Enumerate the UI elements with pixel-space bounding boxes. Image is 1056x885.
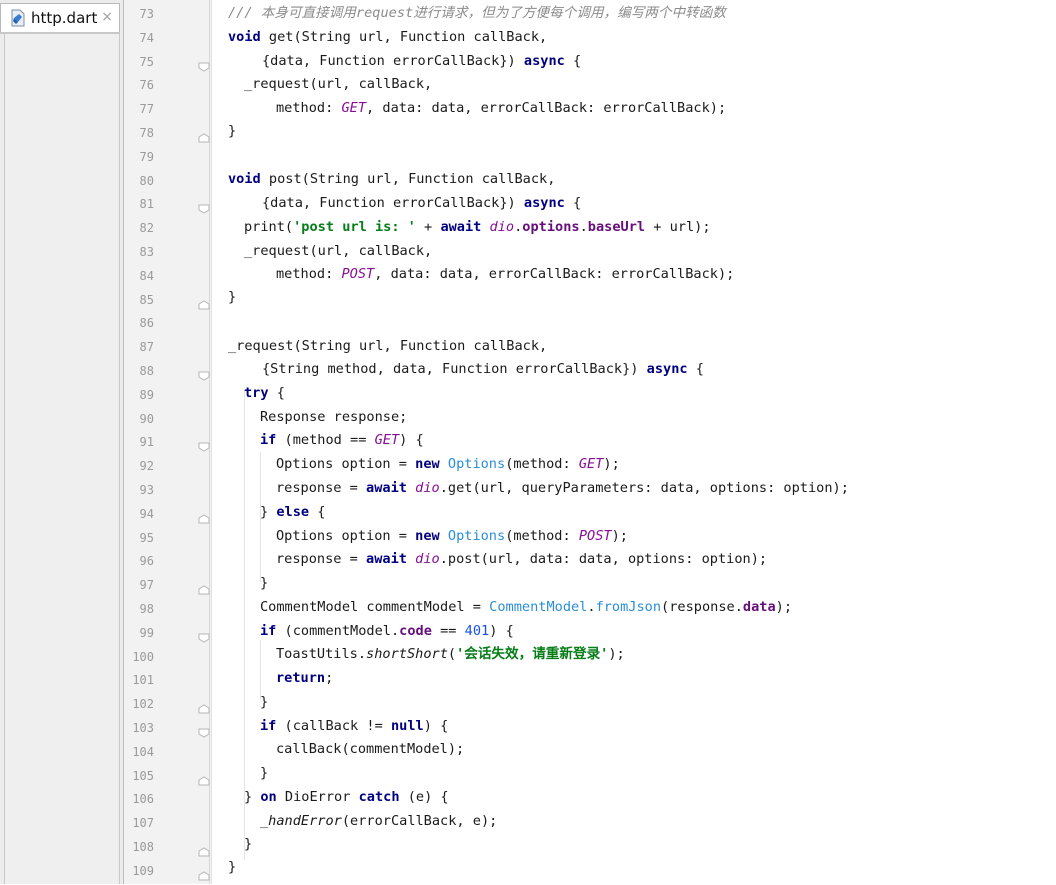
code-line-88: {String method, data, Function errorCall… bbox=[262, 361, 704, 377]
fold-open-icon[interactable] bbox=[198, 723, 210, 738]
line-number: 93 bbox=[139, 483, 154, 497]
code-line-93: response = await dio.get(url, queryParam… bbox=[276, 480, 849, 496]
line-number: 79 bbox=[139, 149, 154, 164]
line-number: 107 bbox=[132, 816, 154, 831]
code-line-94: } else { bbox=[260, 504, 326, 520]
line-number: 104 bbox=[132, 744, 154, 759]
code-line-91: if (method == GET) { bbox=[260, 432, 424, 448]
fold-close-icon[interactable] bbox=[198, 509, 210, 524]
fold-close-icon[interactable] bbox=[198, 295, 210, 310]
fold-close-icon[interactable] bbox=[198, 580, 210, 595]
line-number: 87 bbox=[139, 340, 154, 355]
code-line-89: try { bbox=[244, 385, 285, 401]
code-line-78: } bbox=[228, 123, 237, 139]
code-line-92: Options option = new Options(method: GET… bbox=[276, 456, 620, 472]
project-side-panel: http.dart × bbox=[0, 0, 124, 884]
code-line-105: } bbox=[260, 765, 269, 781]
code-line-97: } bbox=[260, 575, 269, 591]
line-number: 96 bbox=[139, 554, 154, 569]
code-line-84: method: POST, data: data, errorCallBack:… bbox=[276, 266, 735, 282]
line-number: 76 bbox=[139, 78, 154, 93]
code-line-108: } bbox=[244, 836, 253, 852]
line-number: 102 bbox=[132, 697, 154, 712]
close-tab-icon[interactable]: × bbox=[101, 9, 113, 25]
line-number: 80 bbox=[139, 173, 154, 188]
line-number: 101 bbox=[132, 673, 154, 688]
code-line-85: } bbox=[228, 289, 237, 305]
tab-file-name: http.dart bbox=[31, 9, 98, 27]
code-line-81: {data, Function errorCallBack}) async { bbox=[262, 195, 582, 211]
code-line-96: response = await dio.post(url, data: dat… bbox=[276, 551, 768, 567]
code-line-74: void get(String url, Function callBack, bbox=[228, 29, 548, 45]
line-number: 108 bbox=[132, 840, 154, 854]
code-line-82: print('post url is: ' + await dio.option… bbox=[244, 219, 711, 235]
line-number: 98 bbox=[139, 602, 154, 616]
line-number: 83 bbox=[139, 245, 154, 259]
line-number: 90 bbox=[139, 411, 154, 426]
line-number: 95 bbox=[139, 530, 154, 545]
line-number: 78 bbox=[139, 126, 154, 140]
code-line-99: if (commentModel.code == 401) { bbox=[260, 623, 514, 639]
code-line-103: if (callBack != null) { bbox=[260, 718, 449, 734]
code-line-101: return; bbox=[276, 670, 334, 686]
line-number: 85 bbox=[139, 292, 154, 307]
fold-close-icon[interactable] bbox=[198, 771, 210, 786]
line-number: 77 bbox=[139, 102, 154, 117]
line-number: 73 bbox=[139, 7, 154, 21]
code-line-77: method: GET, data: data, errorCallBack: … bbox=[276, 100, 727, 116]
code-line-87: _request(String url, Function callBack, bbox=[228, 338, 548, 354]
dart-file-icon bbox=[10, 9, 26, 27]
fold-close-icon[interactable] bbox=[198, 842, 210, 857]
code-line-98: CommentModel commentModel = CommentModel… bbox=[260, 599, 793, 615]
line-number: 106 bbox=[132, 792, 154, 807]
line-number: 81 bbox=[139, 197, 154, 212]
code-line-90: Response response; bbox=[260, 409, 408, 425]
fold-close-icon[interactable] bbox=[198, 128, 210, 143]
editor-tab-http-dart[interactable]: http.dart × bbox=[0, 3, 120, 32]
code-line-106: } on DioError catch (e) { bbox=[244, 789, 449, 805]
line-number: 75 bbox=[139, 54, 154, 69]
code-line-102: } bbox=[260, 694, 269, 710]
code-line-80: void post(String url, Function callBack, bbox=[228, 171, 556, 187]
code-line-100: ToastUtils.shortShort('会话失效，请重新登录'); bbox=[276, 646, 625, 662]
line-number: 84 bbox=[139, 268, 154, 283]
code-line-73: /// 本身可直接调用request进行请求，但为了方便每个调用，编写两个中转函… bbox=[228, 5, 726, 21]
line-number: 88 bbox=[139, 364, 154, 378]
code-line-107: _handError(errorCallBack, e); bbox=[260, 813, 498, 829]
code-line-104: callBack(commentModel); bbox=[276, 741, 465, 757]
line-number: 100 bbox=[132, 649, 154, 664]
line-number: 99 bbox=[139, 625, 154, 640]
side-panel-body bbox=[4, 34, 120, 884]
code-line-76: _request(url, callBack, bbox=[244, 76, 433, 92]
fold-open-icon[interactable] bbox=[198, 199, 210, 214]
code-line-75: {data, Function errorCallBack}) async { bbox=[262, 53, 582, 69]
line-number: 97 bbox=[139, 578, 154, 593]
fold-open-icon[interactable] bbox=[198, 366, 210, 381]
fold-close-icon[interactable] bbox=[198, 866, 210, 881]
line-number: 89 bbox=[139, 387, 154, 402]
line-number: 105 bbox=[132, 768, 154, 783]
line-number: 94 bbox=[139, 506, 154, 521]
code-line-83: _request(url, callBack, bbox=[244, 243, 433, 259]
line-number: 82 bbox=[139, 221, 154, 236]
fold-open-icon[interactable] bbox=[198, 437, 210, 452]
fold-open-icon[interactable] bbox=[198, 57, 210, 72]
line-number: 103 bbox=[132, 721, 154, 735]
fold-open-icon[interactable] bbox=[198, 628, 210, 643]
line-number: 91 bbox=[139, 435, 154, 450]
line-number: 74 bbox=[139, 30, 154, 45]
fold-close-icon[interactable] bbox=[198, 699, 210, 714]
code-line-95: Options option = new Options(method: POS… bbox=[276, 528, 628, 544]
line-number: 109 bbox=[132, 863, 154, 878]
line-number: 86 bbox=[139, 316, 154, 331]
code-line-109: } bbox=[228, 859, 237, 875]
line-number: 92 bbox=[139, 459, 154, 474]
